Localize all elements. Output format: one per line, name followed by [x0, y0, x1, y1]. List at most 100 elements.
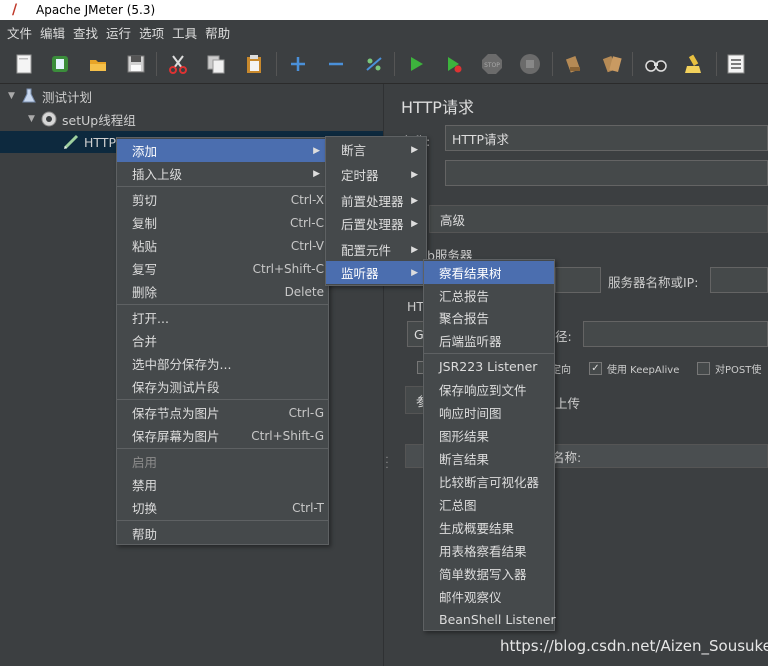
menu-item-duplicate[interactable]: 复写 Ctrl+Shift-C	[117, 257, 328, 280]
menu-item-save-responses[interactable]: 保存响应到文件	[424, 378, 554, 401]
menu-item-save-node-image[interactable]: 保存节点为图片 Ctrl-G	[117, 401, 328, 424]
menu-item-assertion-results[interactable]: 断言结果	[424, 447, 554, 470]
menu-item-label: 复制	[132, 216, 158, 231]
menu-item-summary-report[interactable]: 汇总报告	[424, 284, 554, 307]
menu-item-merge[interactable]: 合并	[117, 329, 328, 352]
paste-icon[interactable]	[242, 52, 266, 76]
gear-icon	[40, 110, 58, 128]
submenu-arrow-icon: ▶	[411, 244, 418, 255]
toggle-icon[interactable]	[362, 52, 386, 76]
copy-icon[interactable]	[204, 52, 228, 76]
checkbox-box[interactable]	[697, 362, 710, 375]
menu-item-add[interactable]: 添加 ▶	[117, 139, 328, 162]
reset-search-icon[interactable]	[682, 52, 706, 76]
multipart-checkbox[interactable]: 对POST使	[697, 361, 761, 376]
menu-tools[interactable]: 工具	[171, 21, 198, 44]
collapse-triangle-icon[interactable]: ▼	[8, 91, 20, 101]
menu-item-paste[interactable]: 粘贴 Ctrl-V	[117, 234, 328, 257]
menu-item-shortcut: Ctrl-C	[289, 215, 324, 230]
menu-item-toggle[interactable]: 切换 Ctrl-T	[117, 496, 328, 519]
menu-item-aggregate-report[interactable]: 聚合报告	[424, 306, 554, 329]
search-icon[interactable]	[644, 52, 668, 76]
tree-item-setup-thread-group[interactable]: ▼ setUp线程组	[28, 108, 383, 130]
menu-item-response-time-graph[interactable]: 响应时间图	[424, 401, 554, 424]
menu-item-copy[interactable]: 复制 Ctrl-C	[117, 211, 328, 234]
protocol-field[interactable]	[555, 267, 601, 293]
submenu-arrow-icon: ▶	[313, 145, 320, 156]
clear-all-icon[interactable]	[600, 52, 624, 76]
menu-run[interactable]: 运行	[105, 21, 132, 44]
open-icon[interactable]	[86, 52, 110, 76]
menu-item-open[interactable]: 打开...	[117, 306, 328, 329]
checkmark-icon[interactable]: ✓	[589, 362, 602, 375]
menu-item-comparison-visualizer[interactable]: 比较断言可视化器	[424, 470, 554, 493]
menu-separator	[117, 304, 328, 305]
function-helper-icon[interactable]	[724, 52, 748, 76]
expand-icon[interactable]	[286, 52, 310, 76]
start-no-pause-icon[interactable]	[442, 52, 466, 76]
clear-icon[interactable]	[562, 52, 586, 76]
menu-item-jsr223-listener[interactable]: JSR223 Listener	[424, 355, 554, 378]
menu-help[interactable]: 帮助	[204, 21, 231, 44]
menu-item-graph-results[interactable]: 图形结果	[424, 424, 554, 447]
menu-item-delete[interactable]: 删除 Delete	[117, 280, 328, 303]
menu-item-pre-processors[interactable]: 前置处理器 ▶	[326, 189, 426, 212]
menu-separator	[117, 186, 328, 187]
menu-file[interactable]: 文件	[6, 21, 33, 44]
menu-item-view-results-table[interactable]: 用表格察看结果	[424, 539, 554, 562]
keepalive-checkbox[interactable]: ✓ 使用 KeepAlive	[589, 361, 679, 376]
menu-item-aggregate-graph[interactable]: 汇总图	[424, 493, 554, 516]
menu-item-beanshell-listener[interactable]: BeanShell Listener	[424, 608, 556, 631]
menu-item-label: 汇总报告	[439, 289, 490, 304]
menu-item-timers[interactable]: 定时器 ▶	[326, 163, 426, 186]
menu-item-simple-data-writer[interactable]: 简单数据写入器	[424, 562, 554, 585]
collapse-icon[interactable]	[324, 52, 348, 76]
menu-item-save-selection-as[interactable]: 选中部分保存为...	[117, 352, 328, 375]
collapse-triangle-icon[interactable]: ▼	[28, 114, 40, 124]
menu-item-view-results-tree[interactable]: 察看结果树	[424, 261, 554, 284]
menu-item-label: 用表格察看结果	[439, 544, 527, 559]
menu-item-label: 禁用	[132, 478, 158, 493]
menu-options[interactable]: 选项	[138, 21, 165, 44]
comment-field[interactable]	[445, 160, 768, 186]
listener-submenu: 察看结果树 汇总报告 聚合报告 后端监听器 JSR223 Listener 保存…	[423, 259, 556, 631]
menu-item-label: 启用	[132, 455, 158, 470]
menu-item-save-as-fragment[interactable]: 保存为测试片段	[117, 375, 328, 398]
tab-files-upload[interactable]: 上传	[555, 393, 580, 412]
stop-icon[interactable]: STOP	[480, 52, 504, 76]
menu-item-listeners[interactable]: 监听器 ▶	[326, 261, 426, 284]
menu-item-label: 聚合报告	[439, 311, 490, 326]
keepalive-label: 使用 KeepAlive	[607, 365, 680, 376]
new-icon[interactable]	[12, 52, 36, 76]
menu-item-label: 保存节点为图片	[132, 406, 220, 421]
menu-search[interactable]: 查找	[72, 21, 99, 44]
tree-item-test-plan[interactable]: ▼ 测试计划	[8, 85, 383, 107]
submenu-arrow-icon: ▶	[411, 195, 418, 206]
menu-item-insert-parent[interactable]: 插入上级 ▶	[117, 162, 328, 185]
menu-item-config-elements[interactable]: 配置元件 ▶	[326, 238, 426, 261]
menu-edit[interactable]: 编辑	[39, 21, 66, 44]
menu-item-backend-listener[interactable]: 后端监听器	[424, 329, 554, 352]
menu-item-help[interactable]: 帮助	[117, 522, 328, 545]
menu-item-post-processors[interactable]: 后置处理器 ▶	[326, 212, 426, 235]
menu-item-assertions[interactable]: 断言 ▶	[326, 138, 426, 161]
title-bar: / Apache JMeter (5.3)	[0, 0, 768, 20]
server-name-field[interactable]	[710, 267, 768, 293]
start-icon[interactable]	[404, 52, 428, 76]
menu-item-label: 打开...	[132, 311, 169, 326]
menu-item-label: 配置元件	[341, 243, 392, 258]
menu-item-generate-summary[interactable]: 生成概要结果	[424, 516, 554, 539]
tree-item-label: 测试计划	[42, 89, 93, 105]
shutdown-icon[interactable]	[518, 52, 542, 76]
cut-icon[interactable]	[166, 52, 190, 76]
menu-item-save-screen-image[interactable]: 保存屏幕为图片 Ctrl+Shift-G	[117, 424, 328, 447]
templates-icon[interactable]	[48, 52, 72, 76]
path-field[interactable]	[583, 321, 768, 347]
name-field[interactable]: HTTP请求	[445, 125, 768, 151]
menu-item-shortcut: Ctrl+Shift-C	[252, 261, 324, 276]
menu-item-cut[interactable]: 剪切 Ctrl-X	[117, 188, 328, 211]
menu-item-mailer-visualizer[interactable]: 邮件观察仪	[424, 585, 554, 608]
menu-item-disable[interactable]: 禁用	[117, 473, 328, 496]
save-icon[interactable]	[124, 52, 148, 76]
tab-advanced[interactable]: 高级	[429, 205, 768, 233]
